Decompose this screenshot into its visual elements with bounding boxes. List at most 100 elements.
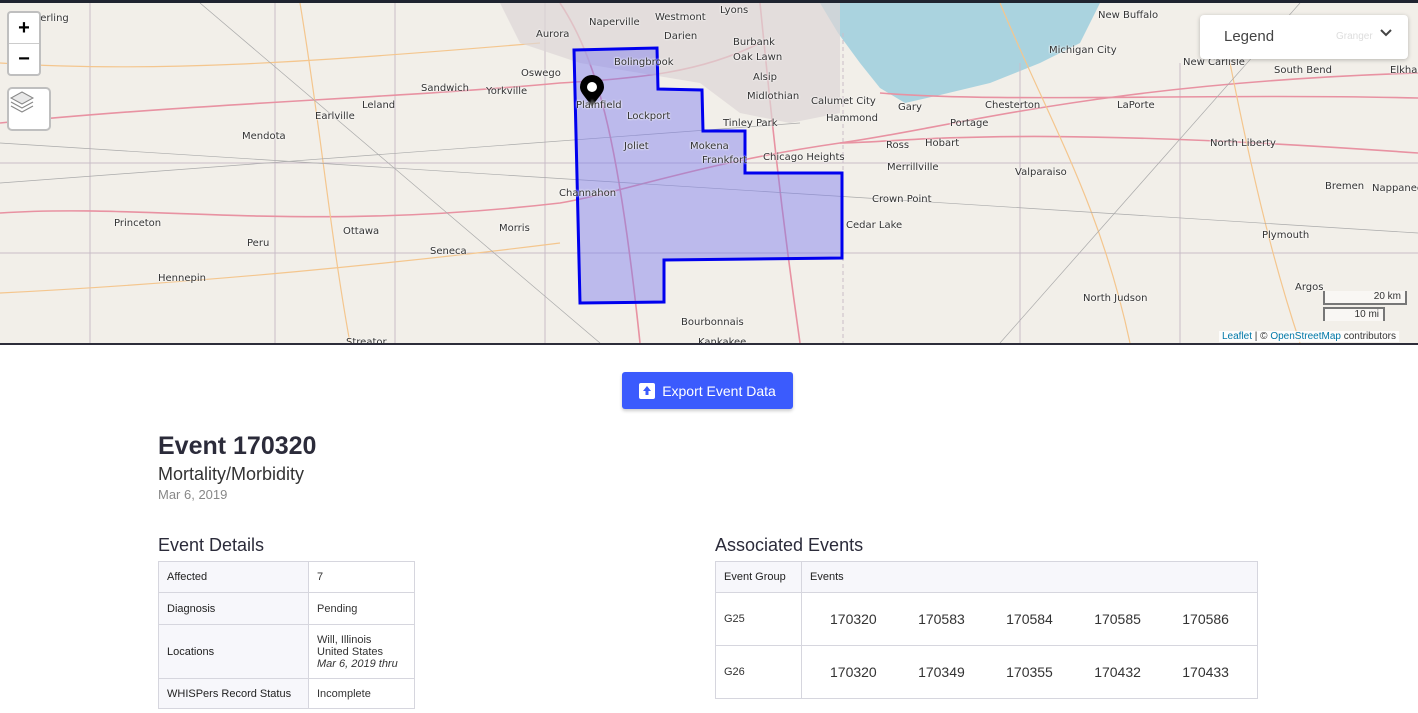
detail-value-line: Incomplete xyxy=(317,687,371,700)
table-row: Diagnosis Pending xyxy=(158,592,415,625)
map-place-label: Leland xyxy=(362,100,396,111)
detail-key: Locations xyxy=(158,624,309,679)
associated-events-heading: Associated Events xyxy=(715,535,864,555)
map-place-label: LaPorte xyxy=(1117,100,1155,111)
map-place-label: Midlothian xyxy=(747,91,800,102)
map-place-label: Hobart xyxy=(925,138,960,149)
event-date: Mar 6, 2019 xyxy=(158,487,228,502)
scale-mi: 10 mi xyxy=(1323,307,1385,321)
detail-value: Incomplete xyxy=(308,678,415,709)
zoom-in-button[interactable]: + xyxy=(9,13,39,44)
layers-button[interactable] xyxy=(7,87,51,131)
export-event-data-button[interactable]: Export Event Data xyxy=(622,372,793,409)
detail-value-line: Will, Illinois xyxy=(317,633,372,646)
map-place-label: North Liberty xyxy=(1210,138,1276,149)
osm-link[interactable]: OpenStreetMap xyxy=(1270,331,1341,342)
event-link[interactable]: 170432 xyxy=(1094,664,1141,680)
map-place-label: Burbank xyxy=(733,37,775,48)
map-view[interactable]: Sterling Naperville Westmont Lyons Aurora Dar… xyxy=(0,3,1418,345)
event-link[interactable]: 170433 xyxy=(1182,664,1229,680)
leaflet-link[interactable]: Leaflet xyxy=(1222,331,1252,342)
zoom-control: + − xyxy=(7,11,41,76)
event-link[interactable]: 170355 xyxy=(1006,664,1053,680)
map-place-label: Ottawa xyxy=(343,226,380,237)
map-place-label: North Judson xyxy=(1083,293,1148,304)
detail-key: WHISPers Record Status xyxy=(158,678,309,709)
map-place-label: Peru xyxy=(247,238,270,249)
map-place-label: Frankfort xyxy=(702,155,748,166)
map-place-label: Oswego xyxy=(521,68,561,79)
map-place-label: Earlville xyxy=(315,111,355,122)
events-cell: 170320 170583 170584 170585 170586 xyxy=(801,592,1258,646)
detail-value-line: Pending xyxy=(317,602,358,615)
map-place-label: Tinley Park xyxy=(723,118,778,129)
map-scale: 20 km 10 mi xyxy=(1323,291,1407,321)
map-place-label: Darien xyxy=(664,31,698,42)
map-place-label: Plainfield xyxy=(576,100,622,111)
events-cell: 170320 170349 170355 170432 170433 xyxy=(801,645,1258,699)
map-place-label: Yorkville xyxy=(486,86,528,97)
map-place-label: Valparaiso xyxy=(1015,167,1067,178)
legend-toggle[interactable]: Legend Granger xyxy=(1200,15,1408,59)
event-link[interactable]: 170320 xyxy=(830,611,877,627)
map-place-label: Michigan City xyxy=(1049,45,1117,56)
event-group-cell: G26 xyxy=(715,645,802,699)
page-title: Event 170320 xyxy=(158,432,317,460)
detail-value: Will, Illinois United States Mar 6, 2019 t… xyxy=(308,624,415,679)
map-place-label: Sandwich xyxy=(421,83,469,94)
map-place-label: Merrillville xyxy=(887,162,939,173)
detail-key: Affected xyxy=(158,561,309,593)
map-place-label: Hammond xyxy=(826,113,878,124)
map-place-label: Chicago Heights xyxy=(763,152,845,163)
event-link[interactable]: 170586 xyxy=(1182,611,1229,627)
detail-value: 7 xyxy=(308,561,415,593)
event-link[interactable]: 170349 xyxy=(918,664,965,680)
map-place-label: Lyons xyxy=(720,5,749,16)
map-place-label: Joliet xyxy=(624,141,649,152)
map-place-label: Gary xyxy=(898,102,922,113)
map-place-label: Channahon xyxy=(559,188,617,199)
legend-title: Legend xyxy=(1224,28,1275,45)
map-place-label: South Bend xyxy=(1274,65,1332,76)
detail-value: Pending xyxy=(308,592,415,625)
event-group-cell: G25 xyxy=(715,592,802,646)
map-place-label: Cedar Lake xyxy=(846,220,903,231)
map-place-label: Portage xyxy=(950,118,989,129)
event-link[interactable]: 170585 xyxy=(1094,611,1141,627)
map-place-label: Crown Point xyxy=(872,194,932,205)
legend-faded-label: Granger xyxy=(1336,31,1373,42)
table-row: Locations Will, Illinois United States Mar … xyxy=(158,624,415,679)
layers-icon xyxy=(9,91,35,113)
map-attribution: Leaflet | © OpenStreetMap contributors xyxy=(1219,331,1399,342)
map-place-label: Aurora xyxy=(536,29,570,40)
map-place-label: Calumet City xyxy=(811,96,876,107)
export-label: Export Event Data xyxy=(662,382,776,399)
map-place-label: Elkhart xyxy=(1390,65,1418,76)
map-place-label: Oak Lawn xyxy=(733,52,783,63)
zoom-out-button[interactable]: − xyxy=(9,44,39,74)
export-icon xyxy=(639,382,656,399)
event-link[interactable]: 170320 xyxy=(830,664,877,680)
event-link[interactable]: 170583 xyxy=(918,611,965,627)
detail-value-line: United States xyxy=(317,645,384,658)
table-row: G26 170320 170349 170355 170432 170433 xyxy=(715,645,1258,699)
table-row: WHISPers Record Status Incomplete xyxy=(158,678,415,709)
detail-key: Diagnosis xyxy=(158,592,309,625)
associated-events-table: Event Group Events G25 170320 170583 170584… xyxy=(715,561,1258,699)
map-place-label: Streator xyxy=(346,337,387,345)
scale-km: 20 km xyxy=(1323,291,1407,305)
event-link[interactable]: 170584 xyxy=(1006,611,1053,627)
map-place-label: Bourbonnais xyxy=(681,317,744,328)
map-place-label: Bremen xyxy=(1325,181,1365,192)
map-place-label: Morris xyxy=(499,223,530,234)
map-place-label: Seneca xyxy=(430,246,467,257)
map-place-label: Princeton xyxy=(114,218,162,229)
col-event-group: Event Group xyxy=(715,561,802,593)
table-row: Affected 7 xyxy=(158,561,415,593)
map-place-label: Plymouth xyxy=(1262,230,1310,241)
event-type: Mortality/Morbidity xyxy=(158,464,305,484)
table-row: G25 170320 170583 170584 170585 170586 xyxy=(715,592,1258,646)
map-place-label: Nappanee xyxy=(1372,183,1418,194)
map-place-label: New Buffalo xyxy=(1098,10,1159,21)
map-place-label: Naperville xyxy=(589,17,640,28)
